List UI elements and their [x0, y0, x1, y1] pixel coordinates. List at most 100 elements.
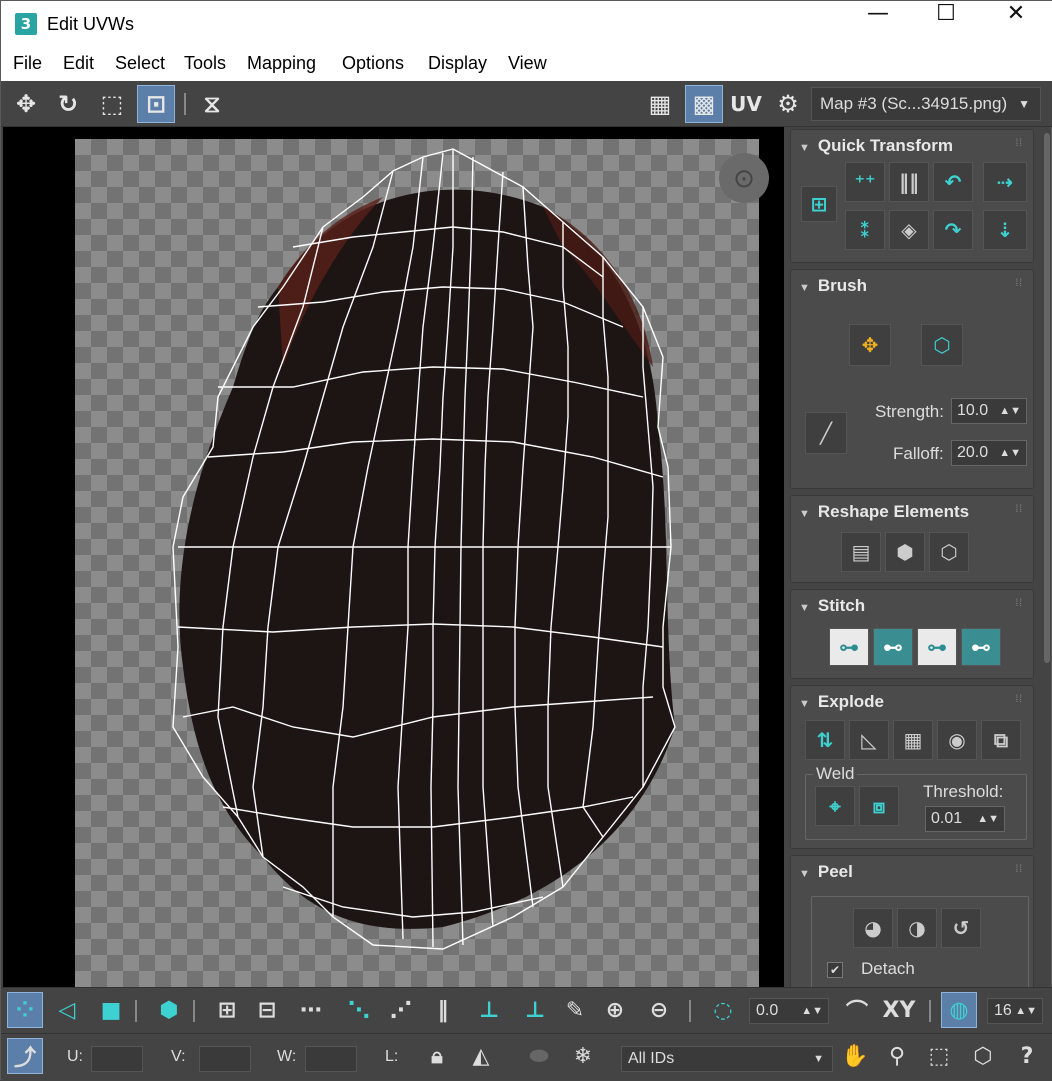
align-horizontal-icon[interactable]: ⁺⁺: [845, 162, 885, 202]
weld-target-icon[interactable]: ⧈: [859, 786, 899, 826]
map-selector-dropdown[interactable]: Map #3 (Sc...34915.png) ▼: [811, 87, 1041, 121]
menu-file[interactable]: File: [13, 53, 42, 74]
menu-options[interactable]: Options: [342, 53, 404, 74]
align-vertical-icon[interactable]: ⁑: [845, 210, 885, 250]
checker-toggle-icon[interactable]: ▦: [641, 85, 679, 123]
checker-pattern-icon[interactable]: ▩: [685, 85, 723, 123]
rotate-ccw-icon[interactable]: ↶: [933, 162, 973, 202]
xy-coordinate-button[interactable]: XY: [881, 992, 917, 1028]
stitch-source-icon[interactable]: ⊷: [873, 628, 913, 666]
lock-icon[interactable]: 🔒︎: [419, 1038, 455, 1074]
menu-view[interactable]: View: [508, 53, 547, 74]
loop-grow-icon[interactable]: ⋱: [341, 992, 377, 1028]
space-vertical-icon[interactable]: ◈: [889, 210, 929, 250]
detach-checkbox[interactable]: ✔: [827, 962, 843, 978]
menu-tools[interactable]: Tools: [184, 53, 226, 74]
paint-move-brush-icon[interactable]: ✥: [849, 324, 891, 366]
move-icon[interactable]: ✥: [7, 85, 45, 123]
w-field[interactable]: [305, 1046, 357, 1072]
flatten-by-material-icon[interactable]: ⧉: [981, 720, 1021, 760]
menu-edit[interactable]: Edit: [63, 53, 94, 74]
hide-icon[interactable]: ◭: [463, 1038, 499, 1074]
loop-shrink-icon[interactable]: ⋰: [383, 992, 419, 1028]
relax-settings-icon[interactable]: ⬡: [929, 532, 969, 572]
scale-icon[interactable]: ⬚: [93, 85, 131, 123]
ring-grow-icon[interactable]: ⊥: [471, 992, 507, 1028]
stitch-average-icon[interactable]: ⊶: [917, 628, 957, 666]
close-button[interactable]: ✕: [981, 1, 1051, 47]
strength-spinner[interactable]: 10.0 ▲▼: [951, 398, 1027, 424]
relax-icon[interactable]: ⬢: [885, 532, 925, 572]
bottom-toolbar-coordinates: ⤴ U: V: W: L: 🔒︎ ◭ ⬬ ❄ All IDs ▼ ✋ ⚲ ⬚ ⬡ …: [1, 1033, 1052, 1081]
vertex-select-icon[interactable]: ⁘: [7, 992, 43, 1028]
brush-header[interactable]: ▼ Brush: [799, 276, 867, 296]
texture-settings-icon[interactable]: ⚙: [769, 85, 807, 123]
pivot-icon[interactable]: ⊞: [801, 186, 837, 222]
paint-remove-icon[interactable]: ⊖: [641, 992, 677, 1028]
mirror-icon[interactable]: ⧖: [193, 85, 231, 123]
view-nav-gizmo-icon[interactable]: ⊙: [719, 153, 769, 203]
straighten-icon[interactable]: ▤: [841, 532, 881, 572]
help-icon[interactable]: ?: [1009, 1038, 1045, 1074]
zoom-region-icon[interactable]: ⬚: [921, 1038, 957, 1074]
reset-peel-icon[interactable]: ↺: [941, 908, 981, 948]
falloff-type-icon[interactable]: ╱: [805, 412, 847, 454]
quick-transform-header[interactable]: ▼ Quick Transform: [799, 136, 953, 156]
shrink-selection-icon[interactable]: ⊟: [249, 992, 285, 1028]
break-icon[interactable]: ⇅: [805, 720, 845, 760]
falloff-curve-icon[interactable]: ⌒: [839, 992, 875, 1028]
detach-edge-icon[interactable]: ◺: [849, 720, 889, 760]
uv-space-button[interactable]: UV: [727, 85, 765, 123]
falloff-spinner[interactable]: 20.0 ▲▼: [951, 440, 1027, 466]
stitch-custom-icon[interactable]: ⊶: [829, 628, 869, 666]
threshold-spinner[interactable]: 0.01 ▲▼: [925, 806, 1005, 832]
menu-mapping[interactable]: Mapping: [247, 53, 316, 74]
soft-select-icon[interactable]: ◌: [705, 992, 741, 1028]
quick-peel-icon[interactable]: ◕: [853, 908, 893, 948]
absolute-offset-icon[interactable]: ⤴: [7, 1038, 43, 1074]
peel-mode-icon[interactable]: ◑: [897, 908, 937, 948]
u-field[interactable]: [91, 1046, 143, 1072]
relax-brush-icon[interactable]: ⬡: [921, 324, 963, 366]
maximize-button[interactable]: ☐: [911, 1, 981, 47]
linear-align-icon[interactable]: ⇣: [983, 210, 1027, 250]
explode-header[interactable]: ▼ Explode: [799, 692, 884, 712]
element-select-icon[interactable]: ⬢: [151, 992, 187, 1028]
paint-add-icon[interactable]: ⊕: [597, 992, 633, 1028]
reshape-header[interactable]: ▼ Reshape Elements: [799, 502, 969, 522]
stitch-header[interactable]: ▼ Stitch: [799, 596, 865, 616]
rotate-cw-icon[interactable]: ↷: [933, 210, 973, 250]
flatten-by-polygon-icon[interactable]: ▦: [893, 720, 933, 760]
zoom-extents-icon[interactable]: ⬡: [965, 1038, 1001, 1074]
paint-select-icon[interactable]: ✎: [557, 992, 593, 1028]
texel-snap-icon[interactable]: ◍: [941, 992, 977, 1028]
loop-select-icon[interactable]: ⋯: [293, 992, 329, 1028]
polygon-select-icon[interactable]: ■: [93, 992, 129, 1028]
zoom-icon[interactable]: ⚲: [879, 1038, 915, 1074]
flatten-by-smoothing-icon[interactable]: ◉: [937, 720, 977, 760]
threshold-value: 0.01: [931, 810, 963, 827]
snap-spinner[interactable]: 16 ▲▼: [987, 998, 1043, 1024]
weld-selected-icon[interactable]: ⌖: [815, 786, 855, 826]
ring-shrink-icon[interactable]: ⊥: [517, 992, 553, 1028]
material-id-dropdown[interactable]: All IDs ▼: [621, 1046, 833, 1072]
edge-select-icon[interactable]: ◁: [49, 992, 85, 1028]
v-field[interactable]: [199, 1046, 251, 1072]
grow-selection-icon[interactable]: ⊞: [209, 992, 245, 1028]
space-horizontal-icon[interactable]: ‖‖: [889, 162, 929, 202]
pan-hand-icon[interactable]: ✋: [837, 1038, 873, 1074]
angle-spinner[interactable]: 0.0 ▲▼: [749, 998, 829, 1024]
uv-editor-viewport[interactable]: ⊙: [3, 127, 784, 987]
peel-header[interactable]: ▼ Peel: [799, 862, 853, 882]
align-to-edge-icon[interactable]: ⇢: [983, 162, 1027, 202]
show-icon[interactable]: ⬬: [521, 1038, 557, 1074]
freeform-icon[interactable]: ⊡: [137, 85, 175, 123]
ring-select-icon[interactable]: ‖: [425, 992, 461, 1028]
menu-select[interactable]: Select: [115, 53, 165, 74]
minimize-button[interactable]: —: [843, 1, 913, 47]
rotate-icon[interactable]: ↻: [49, 85, 87, 123]
panel-scrollbar[interactable]: [1044, 133, 1050, 663]
freeze-icon[interactable]: ❄: [565, 1038, 601, 1074]
stitch-target-icon[interactable]: ⊷: [961, 628, 1001, 666]
menu-display[interactable]: Display: [428, 53, 487, 74]
